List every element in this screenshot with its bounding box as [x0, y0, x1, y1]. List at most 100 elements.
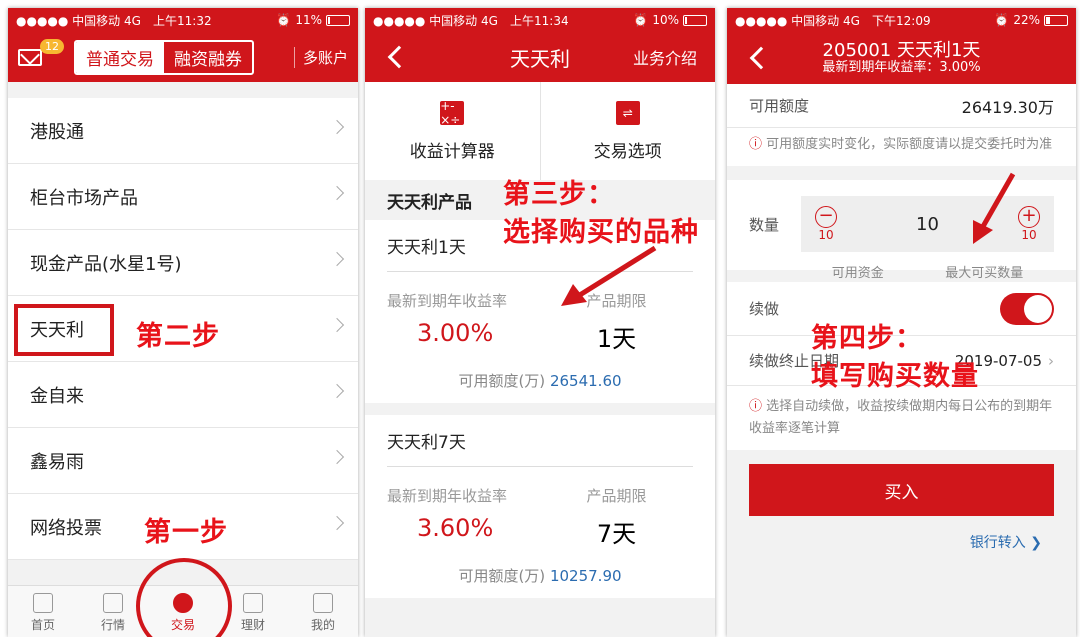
clock: 下午12:09 — [872, 13, 931, 28]
alarm-icon: ⏰ — [633, 13, 649, 27]
term-label: 产品期限 — [586, 487, 647, 505]
quota-value: 10257.90 — [549, 567, 622, 585]
calculator-button[interactable]: +-×÷ 收益计算器 — [365, 82, 540, 180]
minus-icon: − — [815, 206, 838, 229]
item-label: 现金产品(水星1号) — [30, 253, 182, 275]
annotation-step2: 第二步 — [136, 321, 220, 352]
minus-sub: 10 — [818, 228, 834, 243]
rate-label: 最新到期年收益率 — [387, 487, 508, 505]
header: 205001 天天利1天 最新到期年收益率：3.00% — [727, 32, 1076, 84]
user-icon — [313, 593, 333, 613]
phone-screen-trade-menu: ●●●●● 中国移动 4G 上午11:32 ⏰ 11% 12 普通交易 融资融券 … — [8, 8, 358, 637]
item-label: 柜台市场产品 — [30, 187, 138, 209]
list-item[interactable]: 柜台市场产品 — [8, 164, 358, 230]
tab-home[interactable]: 首页 — [8, 586, 78, 637]
list-item[interactable]: 鑫易雨 — [8, 428, 358, 494]
carrier: ●●●●● 中国移动 4G — [16, 13, 141, 28]
bank-label: 银行转入 — [969, 535, 1026, 552]
tab-label: 行情 — [100, 618, 125, 632]
highlight-circle — [136, 558, 232, 637]
qty-label: 数量 — [749, 216, 780, 235]
item-label: 金自来 — [30, 385, 84, 407]
tool-label: 交易选项 — [593, 141, 662, 162]
item-label: 港股通 — [30, 121, 84, 143]
product-card[interactable]: 天天利7天 最新到期年收益率 3.60% 产品期限 7天 可用额度(万) 10257… — [365, 415, 715, 598]
tab-me[interactable]: 我的 — [288, 586, 358, 637]
tool-row: +-×÷ 收益计算器 ⇌ 交易选项 — [365, 82, 715, 180]
page-title: 205001 天天利1天 — [822, 39, 981, 61]
product-name: 天天利7天 — [387, 415, 693, 467]
quota-label: 可用额度(万) — [458, 372, 546, 390]
max-qty-label: 最大可买数量 — [945, 266, 1024, 282]
note-text: 可用额度实时变化，实际额度请以提交委托时为准 — [766, 137, 1053, 152]
quota-value: 26419.30万 — [961, 97, 1054, 117]
item-label: 鑫易雨 — [30, 451, 84, 473]
arrow-annotation — [973, 172, 1016, 244]
item-label: 网络投票 — [30, 517, 102, 539]
battery-icon — [683, 14, 707, 26]
quota-note: ⓘ 可用额度实时变化，实际额度请以提交委托时为准 — [727, 128, 1076, 167]
clock: 上午11:32 — [153, 13, 212, 28]
battery-icon — [1044, 14, 1068, 26]
annotation-step3-title: 第三步： — [503, 179, 615, 210]
list-item[interactable]: 金自来 — [8, 362, 358, 428]
info-icon: ⓘ — [749, 137, 763, 152]
chevron-right-icon — [329, 185, 345, 201]
account-type-switch: 普通交易 融资融券 — [74, 39, 254, 75]
carrier: ●●●●● 中国移动 4G — [735, 13, 860, 28]
phone-screen-purchase-form: ●●●●● 中国移动 4G 下午12:09 ⏰ 22% 205001 天天利1天最… — [727, 8, 1076, 637]
intro-link[interactable]: 业务介绍 — [633, 45, 697, 69]
battery-icon — [326, 14, 350, 26]
chevron-right-icon — [329, 515, 345, 531]
exchange-icon: ⇌ — [615, 100, 640, 125]
carrier: ●●●●● 中国移动 4G — [373, 13, 498, 28]
tab-label: 理财 — [240, 618, 265, 632]
quota-value: 26541.60 — [549, 372, 622, 390]
battery-text: 10% — [652, 13, 679, 27]
rate-value: 3.60% — [417, 514, 494, 542]
chevron-right-icon — [329, 449, 345, 465]
arrow-annotation — [561, 245, 657, 306]
clock: 上午11:34 — [510, 13, 569, 28]
mail-icon[interactable]: 12 — [18, 38, 64, 66]
qty-value[interactable]: 10 — [916, 214, 939, 235]
annotation-step4-title: 第四步： — [811, 323, 923, 354]
term-value: 1天 — [596, 325, 637, 353]
annotation-step1: 第一步 — [144, 517, 228, 548]
trade-options-button[interactable]: ⇌ 交易选项 — [539, 82, 716, 180]
bank-transfer-link[interactable]: 银行转入 ❯ — [727, 516, 1076, 552]
minus-button[interactable]: −10 — [815, 206, 838, 243]
yuan-icon — [243, 593, 263, 613]
renew-toggle[interactable] — [1000, 292, 1054, 325]
header: 12 普通交易 融资融券 多账户 — [8, 32, 358, 82]
alarm-icon: ⏰ — [276, 13, 292, 27]
term-value: 7天 — [596, 520, 637, 548]
status-bar: ●●●●● 中国移动 4G 上午11:34 ⏰ 10% — [365, 8, 715, 32]
tool-label: 收益计算器 — [409, 141, 495, 162]
home-icon — [33, 593, 53, 613]
tab-margin-trade[interactable]: 融资融券 — [164, 42, 252, 73]
multi-account-button[interactable]: 多账户 — [293, 46, 348, 68]
quota-label: 可用额度 — [749, 97, 810, 115]
list-item[interactable]: 现金产品(水星1号) — [8, 230, 358, 296]
list-item[interactable]: 港股通 — [8, 98, 358, 164]
quota-row: 可用额度 26419.30万 — [727, 84, 1076, 128]
renew-note: ⓘ 选择自动续做，收益按续做期内每日公布的到期年收益率逐笔计算 — [727, 386, 1076, 451]
chevron-right-icon — [329, 317, 345, 333]
tab-label: 我的 — [310, 618, 335, 632]
tab-normal-trade[interactable]: 普通交易 — [76, 41, 164, 73]
battery-text: 22% — [1013, 13, 1040, 27]
status-bar: ●●●●● 中国移动 4G 下午12:09 ⏰ 22% — [727, 8, 1076, 32]
annotation-step4-text: 填写购买数量 — [811, 361, 979, 392]
chevron-right-icon — [329, 251, 345, 267]
tab-label: 首页 — [30, 618, 55, 632]
alarm-icon: ⏰ — [994, 13, 1010, 27]
battery-text: 11% — [295, 13, 322, 27]
chevron-right-icon — [329, 383, 345, 399]
chevron-right-icon: › — [1048, 351, 1054, 370]
buy-button[interactable]: 买入 — [749, 464, 1054, 517]
rate-label: 最新到期年收益率 — [387, 292, 508, 310]
highlight-box — [14, 304, 114, 356]
arrow-annotation — [927, 464, 965, 506]
info-icon: ⓘ — [749, 399, 763, 415]
